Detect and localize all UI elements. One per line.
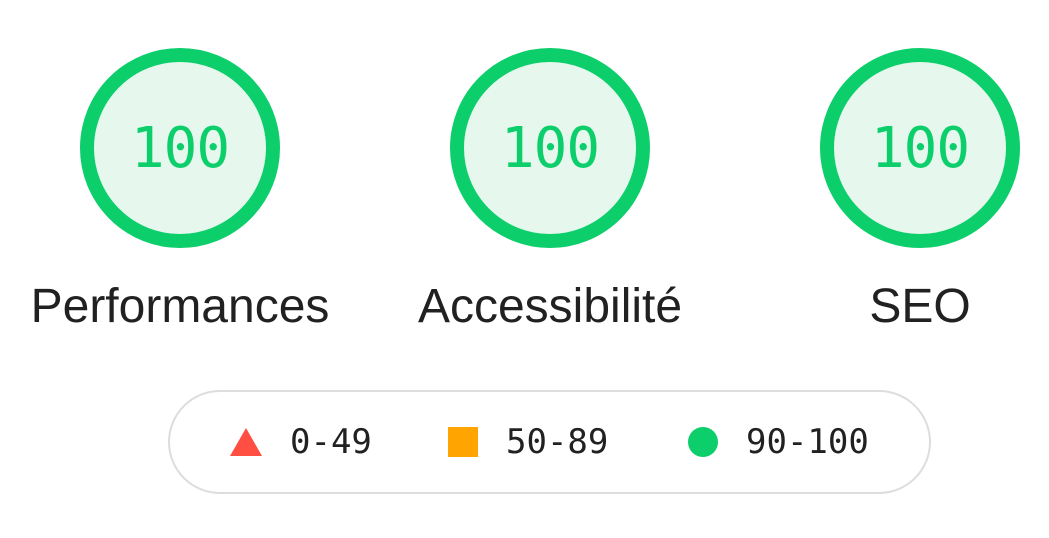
accessibility-label: Accessibilité	[417, 280, 683, 333]
seo-gauge[interactable]: 100	[820, 48, 1020, 248]
square-icon	[448, 427, 478, 457]
legend-range-fail: 0-49	[290, 422, 372, 462]
accessibility-gauge[interactable]: 100	[450, 48, 650, 248]
performance-score: 100	[130, 116, 230, 181]
legend-item-fail: 0-49	[230, 392, 372, 492]
seo-score: 100	[870, 116, 970, 181]
circle-icon	[688, 427, 718, 457]
accessibility-score: 100	[500, 116, 600, 181]
legend-range-average: 50-89	[506, 422, 609, 462]
legend-item-pass: 90-100	[688, 392, 869, 492]
score-legend: 0-49 50-89 90-100	[168, 390, 931, 494]
legend-range-pass: 90-100	[746, 422, 869, 462]
legend-item-average: 50-89	[448, 392, 608, 492]
seo-label: SEO	[869, 280, 971, 333]
performance-gauge[interactable]: 100	[80, 48, 280, 248]
performance-label: Performances	[30, 280, 330, 333]
triangle-icon	[230, 428, 262, 456]
